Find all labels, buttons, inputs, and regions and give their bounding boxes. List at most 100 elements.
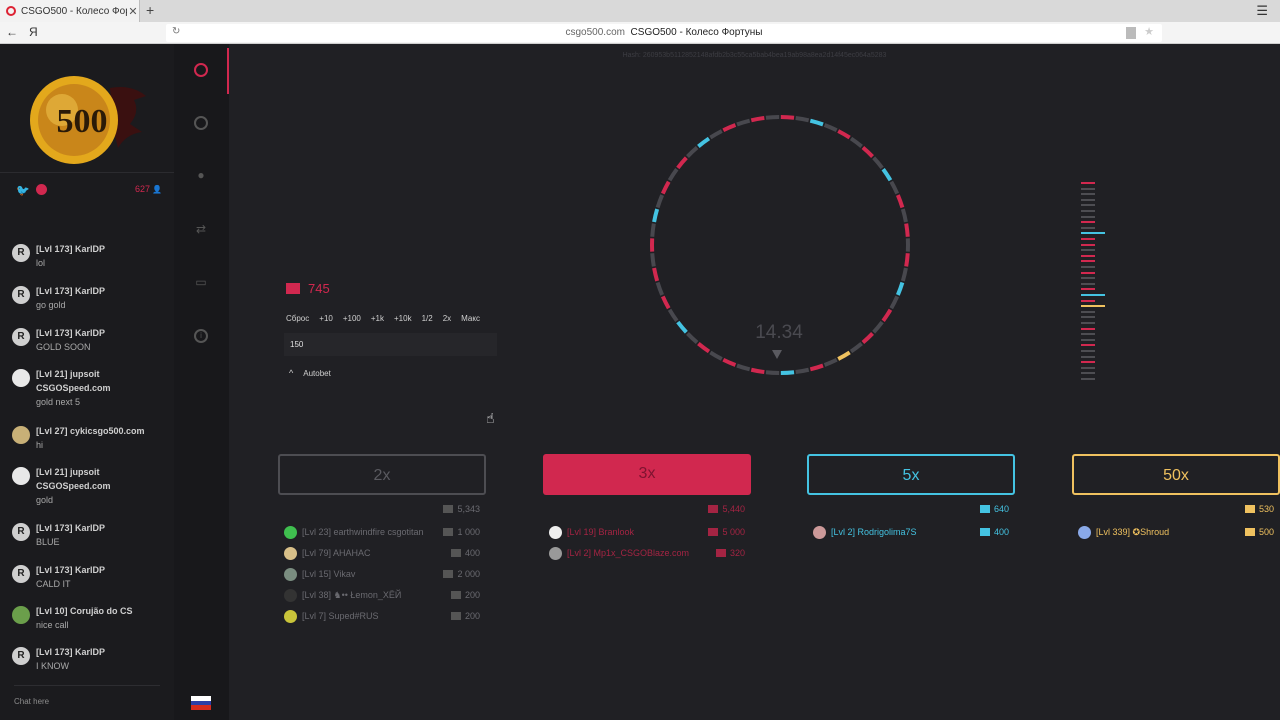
chat-username[interactable]: [Lvl 173] KarlDP	[36, 284, 172, 298]
wheel-segment	[652, 208, 660, 223]
avatar[interactable]: R	[12, 565, 30, 583]
avatar[interactable]	[12, 426, 30, 444]
avatar[interactable]	[284, 547, 297, 560]
quick-bet-button[interactable]: +100	[343, 314, 361, 323]
wheel-segment	[765, 115, 780, 120]
coin-icon	[443, 528, 454, 536]
trade-nav-icon[interactable]: ⇄	[194, 222, 208, 236]
wheel-segment	[709, 350, 723, 361]
bettor-name[interactable]: [Lvl 7] Suped#RUS	[302, 611, 379, 621]
chat-username[interactable]: [Lvl 21] jupsoit CSGOSpeed.com	[36, 367, 172, 395]
bet-button-50x[interactable]: 50x	[1072, 454, 1280, 495]
chat-username[interactable]: [Lvl 173] KarlDP	[36, 326, 172, 340]
bettor-name[interactable]: [Lvl 2] Rodrigolima7S	[831, 527, 917, 537]
avatar[interactable]	[549, 526, 562, 539]
bettor-name[interactable]: [Lvl 19] Branlook	[567, 527, 634, 537]
chat-username[interactable]: [Lvl 21] jupsoit CSGOSpeed.com	[36, 465, 172, 493]
quick-bet-button[interactable]: +10	[319, 314, 333, 323]
autobet-toggle[interactable]: ^ Autobet	[289, 368, 331, 378]
chat-message: [Lvl 21] jupsoit CSGOSpeed.com gold	[12, 465, 172, 507]
info-nav-icon[interactable]: i	[194, 329, 208, 343]
wheel-segment	[686, 145, 699, 158]
avatar[interactable]	[284, 526, 297, 539]
history-roll	[1081, 254, 1095, 257]
avatar[interactable]: R	[12, 647, 30, 665]
bettor-name[interactable]: [Lvl 339] ✪Shroud	[1096, 527, 1169, 538]
avatar[interactable]: R	[12, 523, 30, 541]
quick-bet-button[interactable]: 1/2	[422, 314, 433, 323]
quick-bet-button[interactable]: +10k	[394, 314, 412, 323]
roulette-nav-icon[interactable]	[194, 63, 208, 77]
avatar[interactable]	[813, 526, 826, 539]
quick-bet-button[interactable]: +1k	[371, 314, 384, 323]
avatar[interactable]	[12, 369, 30, 387]
twitter-icon[interactable]: 🐦	[16, 184, 30, 197]
back-button[interactable]: ←	[6, 25, 18, 39]
quick-bet-button[interactable]: Макс	[461, 314, 480, 323]
avatar[interactable]: R	[12, 244, 30, 262]
avatar[interactable]	[284, 589, 297, 602]
avatar[interactable]	[284, 610, 297, 623]
wheel-segment	[900, 208, 908, 223]
star-icon[interactable]: ★	[1144, 25, 1154, 38]
chat-username[interactable]: [Lvl 173] KarlDP	[36, 521, 172, 535]
chat-username[interactable]: [Lvl 173] KarlDP	[36, 563, 172, 577]
coinflip-nav-icon[interactable]	[194, 116, 208, 130]
bet-button-5x[interactable]: 5x	[807, 454, 1015, 495]
url-field[interactable]: ↻ csgo500.com CSGO500 - Колесо Фортуны ★	[166, 24, 1162, 42]
avatar[interactable]: R	[12, 286, 30, 304]
bet-amount: 200	[450, 590, 480, 600]
history-roll	[1081, 282, 1095, 285]
wheel-segment	[722, 357, 737, 367]
bettor-name[interactable]: [Lvl 79] AHAHAC	[302, 548, 371, 558]
chat-username[interactable]: [Lvl 173] KarlDP	[36, 645, 172, 659]
bettor-name[interactable]: [Lvl 23] earthwindfire csgotitan	[302, 527, 424, 537]
profile-nav-icon[interactable]: ●	[194, 168, 208, 182]
bet-amount: 5 000	[708, 527, 745, 537]
quick-bet-button[interactable]: Сброс	[286, 314, 309, 323]
close-tab-icon[interactable]: ✕	[127, 5, 139, 18]
chat-text: gold	[36, 495, 54, 505]
yandex-logo-icon[interactable]: Я	[29, 25, 38, 39]
wheel-pointer-icon	[772, 350, 782, 359]
bettor-name[interactable]: [Lvl 2] Mp1x_CSGOBlaze.com	[567, 548, 689, 558]
chat-text: lol	[36, 258, 46, 268]
history-roll	[1081, 294, 1105, 296]
chat-message: R [Lvl 173] KarlDP CALD IT	[12, 563, 172, 591]
wheel-segment	[881, 308, 893, 322]
bet-amount: 320	[715, 548, 745, 558]
history-roll	[1081, 198, 1095, 201]
bet-row: [Lvl 339] ✪Shroud 500	[1072, 524, 1280, 545]
chat-input[interactable]: Chat here	[14, 685, 160, 706]
avatar[interactable]	[1078, 526, 1091, 539]
browser-menu-icon[interactable]: ☰	[1256, 3, 1268, 19]
quick-bet-button[interactable]: 2x	[443, 314, 451, 323]
bettor-name[interactable]: [Lvl 15] Vikav	[302, 569, 355, 579]
coin-icon	[708, 528, 719, 536]
bettor-name[interactable]: [Lvl 38] ♞•• Łemon_ХЁЙ	[302, 590, 401, 601]
avatar[interactable]: R	[12, 328, 30, 346]
new-tab-button[interactable]: +	[146, 2, 154, 18]
wheel-segment	[650, 253, 656, 267]
chat-username[interactable]: [Lvl 27] cykicsgo500.com	[36, 424, 172, 438]
avatar[interactable]	[284, 568, 297, 581]
russian-flag-icon[interactable]	[191, 696, 211, 710]
history-roll	[1081, 215, 1095, 218]
bet-button-3x[interactable]: 3x	[543, 454, 751, 495]
chat-username[interactable]: [Lvl 10] Corujão do CS	[36, 604, 172, 618]
chat-message: R [Lvl 173] KarlDP lol	[12, 242, 172, 270]
avatar[interactable]	[12, 606, 30, 624]
history-roll	[1081, 271, 1095, 274]
avatar[interactable]	[549, 547, 562, 560]
bet-row: [Lvl 2] Rodrigolima7S 400	[807, 524, 1015, 545]
avatar[interactable]	[12, 467, 30, 485]
shop-nav-icon[interactable]: ▭	[194, 275, 208, 289]
bet-amount-input[interactable]	[284, 333, 497, 356]
bet-button-2x[interactable]: 2x	[278, 454, 486, 495]
coin-icon	[1244, 505, 1255, 513]
browser-tab[interactable]: CSGO500 - Колесо Фортуны ✕	[0, 0, 140, 22]
bookmark-icon[interactable]	[1126, 27, 1136, 39]
steam-icon[interactable]	[36, 184, 47, 195]
chat-username[interactable]: [Lvl 173] KarlDP	[36, 242, 172, 256]
chat-text: nice call	[36, 620, 69, 630]
